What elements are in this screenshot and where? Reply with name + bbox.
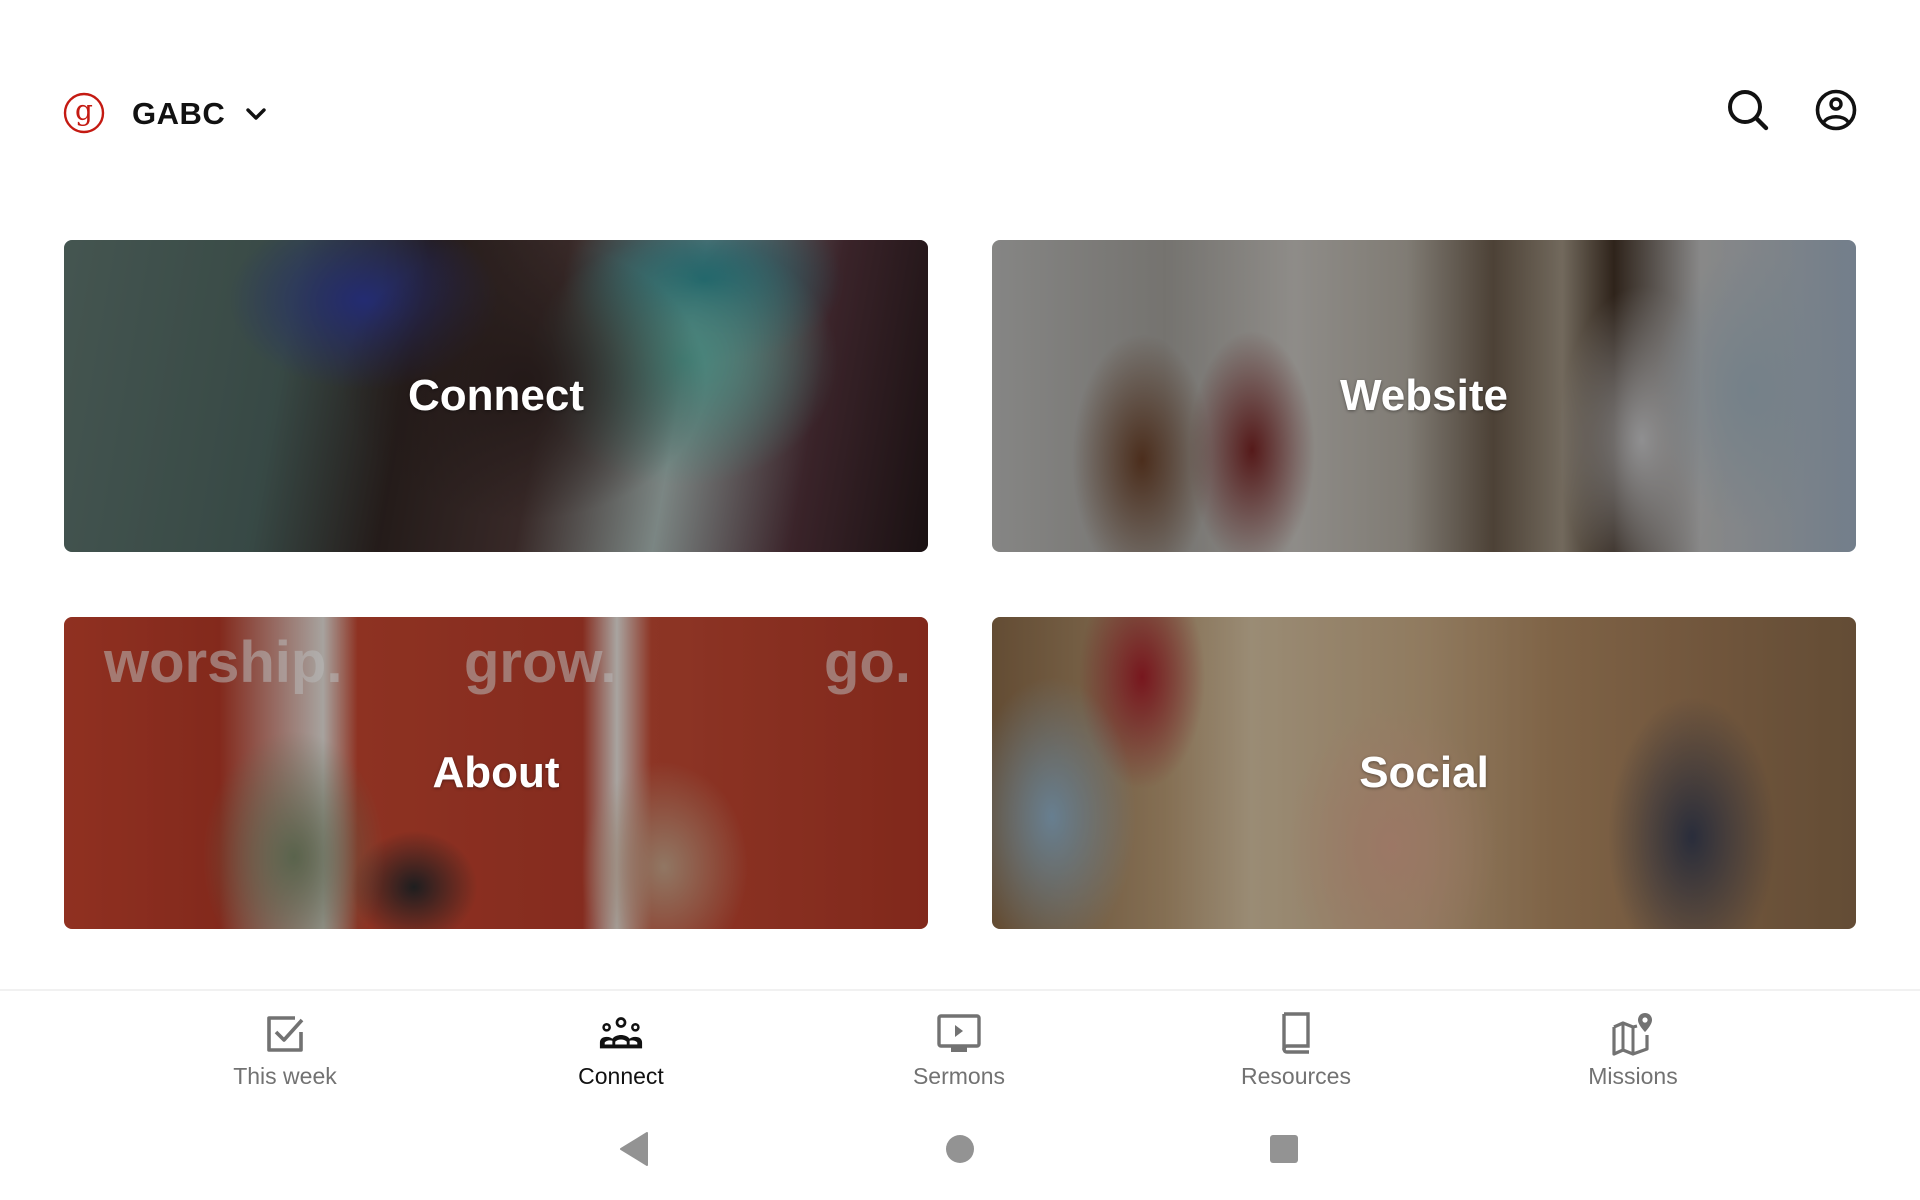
recents-icon bbox=[1269, 1134, 1299, 1169]
system-recents-button[interactable] bbox=[1264, 1131, 1304, 1171]
social-card[interactable]: Social bbox=[992, 617, 1856, 929]
org-name: GABC bbox=[132, 96, 226, 131]
back-icon bbox=[618, 1131, 650, 1172]
connect-card[interactable]: Connect bbox=[64, 240, 928, 552]
top-app-bar: g GABC bbox=[0, 0, 1920, 200]
nav-label: Connect bbox=[578, 1063, 664, 1089]
card-label: Social bbox=[1359, 748, 1489, 797]
checkbox-icon bbox=[262, 1011, 308, 1057]
system-back-button[interactable] bbox=[614, 1131, 654, 1171]
search-icon bbox=[1725, 87, 1771, 138]
card-label: Connect bbox=[408, 371, 584, 420]
book-icon bbox=[1273, 1011, 1319, 1057]
nav-missions[interactable]: Missions bbox=[1513, 991, 1753, 1101]
nav-connect[interactable]: Connect bbox=[501, 991, 741, 1101]
nav-resources[interactable]: Resources bbox=[1176, 991, 1416, 1101]
card-label: About bbox=[432, 748, 560, 797]
nav-label: Resources bbox=[1241, 1063, 1351, 1089]
about-card[interactable]: worship. grow. go. About bbox=[64, 617, 928, 929]
bottom-navigation: This week Connect Sermons Resources Miss… bbox=[0, 991, 1920, 1101]
chevron-down-icon bbox=[243, 101, 269, 127]
card-label: Website bbox=[1340, 371, 1508, 420]
website-card[interactable]: Website bbox=[992, 240, 1856, 552]
system-home-button[interactable] bbox=[940, 1131, 980, 1171]
org-switcher[interactable]: GABC bbox=[132, 94, 269, 134]
nav-label: Sermons bbox=[912, 1063, 1006, 1089]
svg-text:g: g bbox=[75, 94, 93, 127]
map-pin-icon bbox=[1610, 1011, 1656, 1057]
nav-this-week[interactable]: This week bbox=[165, 991, 405, 1101]
groups-icon bbox=[598, 1011, 644, 1057]
video-play-icon bbox=[936, 1011, 982, 1057]
nav-sermons[interactable]: Sermons bbox=[839, 991, 1079, 1101]
home-icon bbox=[945, 1134, 975, 1169]
nav-label: Missions bbox=[1588, 1063, 1678, 1089]
search-button[interactable] bbox=[1724, 88, 1772, 136]
account-circle-icon bbox=[1814, 88, 1858, 137]
system-navigation-bar bbox=[0, 1101, 1920, 1200]
nav-label: This week bbox=[233, 1063, 337, 1089]
gabc-logo-icon: g bbox=[63, 92, 105, 134]
account-button[interactable] bbox=[1812, 88, 1860, 136]
